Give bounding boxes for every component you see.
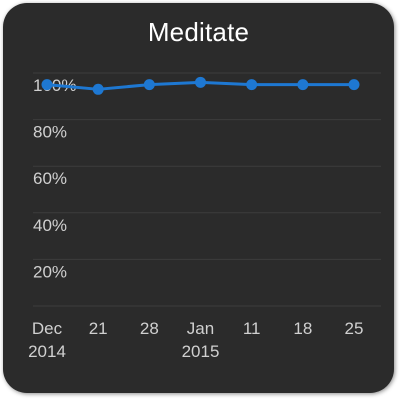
y-axis-labels: 100%80%60%40%20% <box>33 76 76 281</box>
x-tick-label: 28 <box>140 319 159 338</box>
grid-lines <box>33 72 381 307</box>
data-point[interactable] <box>348 79 360 91</box>
y-tick-label: 80% <box>33 123 67 142</box>
data-point[interactable] <box>143 79 155 91</box>
x-tick-label: Jan <box>187 319 214 338</box>
x-tick-year-label: 2014 <box>28 342 66 361</box>
y-tick-label: 20% <box>33 262 67 281</box>
x-tick-label: 21 <box>89 319 108 338</box>
data-point[interactable] <box>195 76 206 88</box>
data-point[interactable] <box>92 83 104 95</box>
habit-chart-card[interactable]: Meditate 100% 80% 60% 40% 20% Dec 2014 21 28 Jan… <box>3 3 394 393</box>
y-tick-label: 60% <box>33 169 67 188</box>
x-tick-label: Dec <box>32 319 63 338</box>
y-tick-label: 40% <box>33 216 67 235</box>
x-tick-label: 25 <box>345 319 364 338</box>
data-point[interactable] <box>297 79 309 91</box>
x-tick-year-label: 2015 <box>182 342 220 361</box>
line-chart: 100%80%60%40%20% Dec201421 28 Jan201511 18 2… <box>28 72 381 361</box>
data-point[interactable] <box>41 79 53 91</box>
x-tick-label: 18 <box>293 319 312 338</box>
x-axis-labels: Dec 2014 21 28 Jan 2015 11 18 25 <box>28 319 363 361</box>
x-tick-label: 11 <box>243 319 261 338</box>
data-point[interactable] <box>246 79 258 91</box>
